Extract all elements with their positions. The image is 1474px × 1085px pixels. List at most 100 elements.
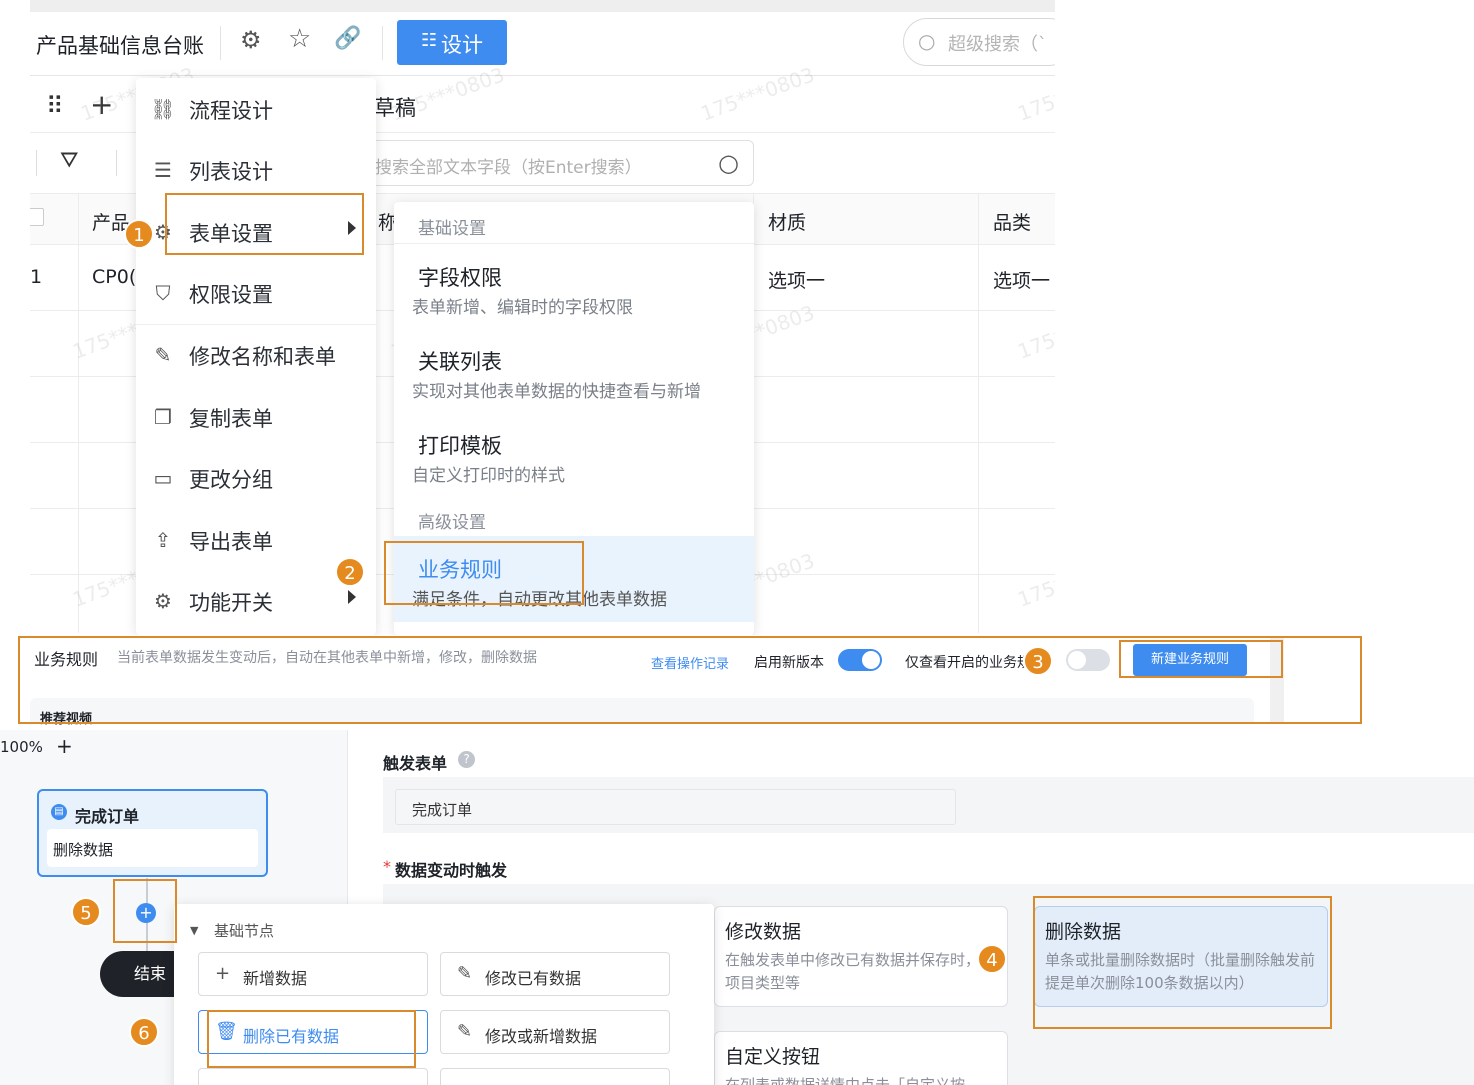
rule-editor: 100% + ▤ 完成订单 删除数据 + 结束 ▼ 基础节点 + 新增数据 ✎ … <box>0 730 1474 1085</box>
card-title: 修改数据 <box>725 921 802 943</box>
menu-item-label: 流程设计 <box>189 99 273 123</box>
folder-icon: ▭ <box>153 466 173 490</box>
banner-title: 业务规则 <box>34 650 99 669</box>
new-version-toggle[interactable] <box>838 649 882 671</box>
recommend-video-title: 推荐视频 <box>40 712 93 727</box>
submenu-item-title: 业务规则 <box>418 558 502 582</box>
star-icon[interactable]: ☆ <box>288 24 311 54</box>
add-data-node-button[interactable]: + 新增数据 <box>198 952 428 996</box>
modify-data-card[interactable]: 修改数据 在触发表单中修改已有数据并保存时，如项目类型等 <box>714 906 1008 1007</box>
step-badge: 2 <box>335 557 365 587</box>
export-icon: ⇪ <box>154 528 172 552</box>
menu-item-change-group[interactable]: ▭ 更改分组 <box>136 451 376 503</box>
view-log-link[interactable]: 查看操作记录 <box>651 653 729 672</box>
submenu-item-title: 字段权限 <box>418 266 502 290</box>
add-icon[interactable]: + <box>90 88 113 121</box>
draft-tab[interactable]: 草稿 <box>374 92 416 122</box>
divider <box>36 150 37 176</box>
toggle-knob <box>1068 651 1086 669</box>
column-header[interactable]: 材质 <box>768 208 806 235</box>
node-button-partial[interactable] <box>198 1068 428 1085</box>
trigger-form-label: 触发表单 <box>383 754 448 773</box>
menu-item-form-settings[interactable]: ⚙ 表单设置 <box>136 205 376 257</box>
card-title: 删除数据 <box>1045 921 1122 943</box>
trash-icon: 🗑 <box>215 1021 238 1042</box>
menu-item-label: 复制表单 <box>189 407 273 431</box>
only-enabled-toggle[interactable] <box>1066 649 1110 671</box>
required-mark: * <box>383 857 391 876</box>
scrollbar[interactable] <box>1270 636 1284 724</box>
step-badge: 5 <box>71 897 101 927</box>
design-button[interactable]: ☷ 设计 <box>397 20 507 65</box>
menu-item-label: 修改名称和表单 <box>189 345 336 369</box>
filter-icon[interactable]: ⛛ <box>60 148 78 173</box>
help-icon[interactable]: ? <box>458 751 475 768</box>
sliders-icon: ☷ <box>421 30 438 51</box>
header-bar: 产品基础信息台账 ⚙ ☆ 🔗 ☷ 设计 ○ 超级搜索（` <box>30 12 1055 76</box>
zoom-in-button[interactable]: + <box>56 734 73 758</box>
menu-item-list-design[interactable]: ☰ 列表设计 <box>136 143 376 195</box>
submenu-item-print-template[interactable]: 打印模板 自定义打印时的样式 <box>394 418 754 498</box>
page-title: 产品基础信息台账 <box>36 34 204 58</box>
menu-item-label: 表单设置 <box>189 222 273 246</box>
caret-down-icon[interactable]: ▼ <box>190 924 198 937</box>
divider <box>220 26 221 60</box>
menu-item-export-form[interactable]: ⇪ 导出表单 <box>136 513 376 565</box>
submenu-item-desc: 实现对其他表单数据的快捷查看与新增 <box>412 382 701 402</box>
node-button-partial[interactable] <box>440 1068 670 1085</box>
menu-item-label: 导出表单 <box>189 530 273 554</box>
design-button-label: 设计 <box>441 33 483 57</box>
drag-handle-icon[interactable]: ⠿ <box>46 92 64 120</box>
node-button-label: 修改已有数据 <box>485 969 582 988</box>
super-search-placeholder: 超级搜索（` <box>948 34 1047 55</box>
submenu-item-related-list[interactable]: 关联列表 实现对其他表单数据的快捷查看与新增 <box>394 334 754 414</box>
card-desc: 在列表或数据详情中点击「自定义按 <box>725 1076 966 1085</box>
shield-icon: ⛉ <box>155 281 171 305</box>
menu-item-flow-design[interactable]: ⛓ 流程设计 <box>136 82 376 134</box>
trigger-when-label: 数据变动时触发 <box>395 861 508 880</box>
select-all-checkbox[interactable] <box>30 208 44 226</box>
divider <box>78 193 79 633</box>
delete-data-card[interactable]: 删除数据 单条或批量删除数据时（批量删除触发前提是单次删除100条数据以内） <box>1034 906 1328 1007</box>
settings-gear-icon[interactable]: ⚙ <box>240 26 262 54</box>
trigger-node-body: 删除数据 <box>47 829 258 867</box>
submenu-item-business-rules[interactable]: 业务规则 满足条件，自动更改其他表单数据 <box>394 536 754 622</box>
super-search-box[interactable]: ○ 超级搜索（` <box>903 18 1055 66</box>
table-search-input[interactable]: 搜索全部文本字段（按Enter搜索） ○ <box>364 140 754 186</box>
trigger-node[interactable]: ▤ 完成订单 删除数据 <box>37 789 268 877</box>
recommend-video-panel: 推荐视频 <box>30 698 1254 727</box>
toggle-knob <box>862 651 880 669</box>
trigger-node-title: 完成订单 <box>75 807 140 826</box>
menu-item-permission-settings[interactable]: ⛉ 权限设置 <box>136 266 376 318</box>
submenu-item-desc: 表单新增、编辑时的字段权限 <box>412 298 633 318</box>
card-desc: 单条或批量删除数据时（批量删除触发前提是单次删除100条数据以内） <box>1045 951 1316 992</box>
custom-button-card[interactable]: 自定义按钮 在列表或数据详情中点击「自定义按 <box>714 1031 1008 1085</box>
section-label: 高级设置 <box>418 513 486 533</box>
watermark: 175***0803 <box>1014 548 1055 612</box>
menu-item-label: 列表设计 <box>189 160 273 184</box>
step-badge: 6 <box>129 1017 159 1047</box>
submenu-item-title: 打印模板 <box>418 434 502 458</box>
column-header[interactable]: 品类 <box>993 208 1031 235</box>
divider <box>978 193 979 633</box>
business-rules-banner: 业务规则 当前表单数据发生变动后，自动在其他表单中新增，修改，删除数据 查看操作… <box>18 636 1362 727</box>
modify-or-add-node-button[interactable]: ✎ 修改或新增数据 <box>440 1010 670 1054</box>
edit-icon: ✎ <box>457 963 473 984</box>
link-icon[interactable]: 🔗 <box>334 26 361 51</box>
copy-icon: ❐ <box>154 405 172 429</box>
zoom-level: 100% <box>0 738 43 756</box>
new-business-rule-button[interactable]: 新建业务规则 <box>1133 644 1247 676</box>
modify-data-node-button[interactable]: ✎ 修改已有数据 <box>440 952 670 996</box>
row-index: 1 <box>30 266 43 288</box>
menu-item-copy-form[interactable]: ❐ 复制表单 <box>136 390 376 442</box>
delete-data-node-button[interactable]: 🗑 删除已有数据 <box>198 1010 428 1054</box>
menu-item-rename[interactable]: ✎ 修改名称和表单 <box>136 328 376 380</box>
node-button-label: 新增数据 <box>243 969 308 988</box>
node-picker-popover: ▼ 基础节点 + 新增数据 ✎ 修改已有数据 🗑 删除已有数据 ✎ 修改或新增数… <box>174 904 714 1085</box>
search-icon[interactable]: ○ <box>718 149 739 177</box>
submenu-item-field-permission[interactable]: 字段权限 表单新增、编辑时的字段权限 <box>394 250 754 330</box>
plus-icon: + <box>215 963 231 984</box>
node-button-label: 修改或新增数据 <box>485 1027 598 1046</box>
add-node-icon[interactable]: + <box>136 903 156 923</box>
trigger-form-field[interactable]: 完成订单 <box>395 789 956 825</box>
